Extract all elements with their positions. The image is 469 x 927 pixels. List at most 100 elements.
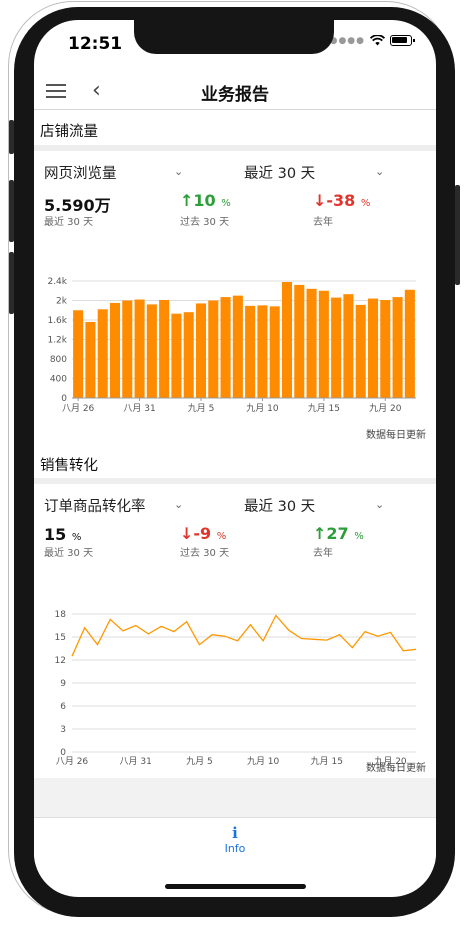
traffic-change-30d-label: 过去 30 天	[180, 217, 230, 228]
bar	[122, 300, 133, 398]
sales-card: 订单商品转化率 ⌄ 最近 30 天 ⌄ 15 % 最近 30 天 ↓-9 % 过…	[34, 484, 436, 784]
tab-bar: i Info	[34, 817, 436, 865]
sales-main-value: 15 %	[44, 525, 82, 544]
x-tick-label: 九月 5	[188, 403, 215, 414]
bar	[109, 302, 121, 398]
bar	[245, 305, 256, 398]
y-tick-label: 12	[55, 656, 66, 666]
traffic-section-title: 店铺流量	[40, 124, 98, 140]
sales-change-30d-label: 过去 30 天	[180, 548, 230, 559]
tab-info-label: Info	[224, 842, 246, 855]
traffic-card: 网页浏览量 ⌄ 最近 30 天 ⌄ 5.590万 最近 30 天 ↑10 % 过…	[34, 151, 436, 456]
volume-up-button	[9, 180, 14, 242]
x-tick-label: 八月 26	[62, 403, 95, 414]
navigation-bar: ‹ 业务报告	[34, 72, 436, 110]
x-tick-label: 九月 10	[246, 403, 279, 414]
arrow-up-icon: ↑	[180, 191, 194, 210]
bar	[318, 290, 329, 398]
bar	[146, 304, 157, 398]
bar	[380, 300, 391, 398]
chevron-down-icon[interactable]: ⌄	[375, 498, 384, 511]
traffic-change-year-label: 去年	[313, 217, 333, 228]
info-icon: i	[232, 824, 238, 842]
bar	[367, 298, 379, 398]
arrow-down-icon: ↓	[313, 191, 327, 210]
y-tick-label: 3	[60, 725, 66, 735]
arrow-down-icon: ↓	[180, 524, 194, 543]
x-tick-label: 八月 31	[123, 403, 155, 414]
bar	[269, 306, 280, 398]
traffic-main-label: 最近 30 天	[44, 217, 94, 228]
bar	[294, 284, 305, 398]
traffic-metric-dropdown[interactable]: 网页浏览量	[44, 162, 117, 183]
traffic-update-note: 数据每日更新	[366, 430, 426, 441]
traffic-change-30d: ↑10 %	[180, 191, 231, 210]
chevron-down-icon[interactable]: ⌄	[174, 165, 183, 178]
status-icons: ●●●●●	[321, 35, 415, 46]
wifi-icon	[370, 35, 385, 46]
bar	[183, 312, 194, 398]
bar	[171, 313, 182, 398]
power-button	[455, 185, 460, 285]
bar	[404, 289, 415, 398]
bar	[355, 304, 366, 398]
sales-change-30d: ↓-9 %	[180, 524, 227, 543]
volume-down-button	[9, 252, 14, 314]
bar	[208, 300, 219, 398]
app-screen: 12:51 ●●●●● ‹ 业务报告 店铺流量 网页浏览量 ⌄ 最近 30 天 …	[34, 20, 436, 897]
y-tick-label: 18	[55, 610, 67, 620]
content-footer	[34, 778, 436, 818]
sales-change-year-label: 去年	[313, 548, 333, 559]
traffic-change-year: ↓-38 %	[313, 191, 371, 210]
y-tick-label: 400	[50, 375, 67, 385]
bar	[195, 303, 207, 398]
y-tick-label: 6	[60, 702, 66, 712]
y-tick-label: 1.2k	[47, 336, 67, 346]
x-tick-label: 八月 31	[120, 756, 152, 767]
traffic-period-dropdown[interactable]: 最近 30 天	[244, 162, 315, 183]
y-tick-label: 2k	[56, 297, 68, 307]
x-tick-label: 九月 15	[311, 756, 343, 767]
sales-line-chart: 0369121518八月 26 八月 31 九月 5 九月 10 九月 15 九月 20	[55, 610, 417, 767]
bar	[159, 300, 170, 398]
arrow-up-icon: ↑	[313, 524, 327, 543]
chevron-down-icon[interactable]: ⌄	[375, 165, 384, 178]
x-tick-label: 九月 10	[247, 756, 280, 767]
x-tick-label: 九月 5	[186, 756, 213, 767]
sales-change-year: ↑27 %	[313, 524, 364, 543]
y-tick-label: 800	[50, 355, 67, 365]
y-tick-label: 0	[61, 394, 67, 404]
y-tick-label: 15	[55, 633, 66, 643]
bar	[220, 297, 231, 398]
bar	[232, 295, 243, 398]
tab-info[interactable]: i Info	[215, 824, 255, 855]
bar	[392, 297, 403, 398]
y-tick-label: 2.4k	[47, 277, 67, 287]
home-indicator[interactable]	[165, 884, 306, 889]
sales-section-title: 销售转化	[40, 458, 98, 474]
bar	[306, 288, 317, 398]
sales-update-note: 数据每日更新	[366, 763, 426, 774]
notch	[134, 20, 334, 54]
y-tick-label: 9	[60, 679, 66, 689]
sales-metric-dropdown[interactable]: 订单商品转化率	[44, 495, 146, 516]
traffic-bar-chart: 0 400 800 1.2k 1.6k 2k 2.4k 八月 26 八月 31 九月 5 九月 10…	[47, 277, 416, 414]
bar	[331, 297, 342, 398]
y-tick-label: 1.6k	[47, 316, 67, 326]
sales-main-label: 最近 30 天	[44, 548, 94, 559]
x-tick-label: 八月 26	[56, 756, 89, 767]
mute-switch	[9, 120, 14, 154]
page-title: 业务报告	[201, 85, 269, 105]
x-tick-label: 九月 20	[369, 403, 402, 414]
bar	[134, 299, 145, 398]
bar	[281, 281, 293, 398]
bar	[257, 305, 268, 398]
sales-period-dropdown[interactable]: 最近 30 天	[244, 495, 315, 516]
x-tick-label: 九月 15	[308, 403, 340, 414]
status-time: 12:51	[68, 34, 123, 54]
bar	[343, 294, 354, 398]
chevron-down-icon[interactable]: ⌄	[174, 498, 183, 511]
bar	[85, 321, 96, 398]
bar	[73, 310, 84, 398]
series-line	[71, 614, 417, 657]
